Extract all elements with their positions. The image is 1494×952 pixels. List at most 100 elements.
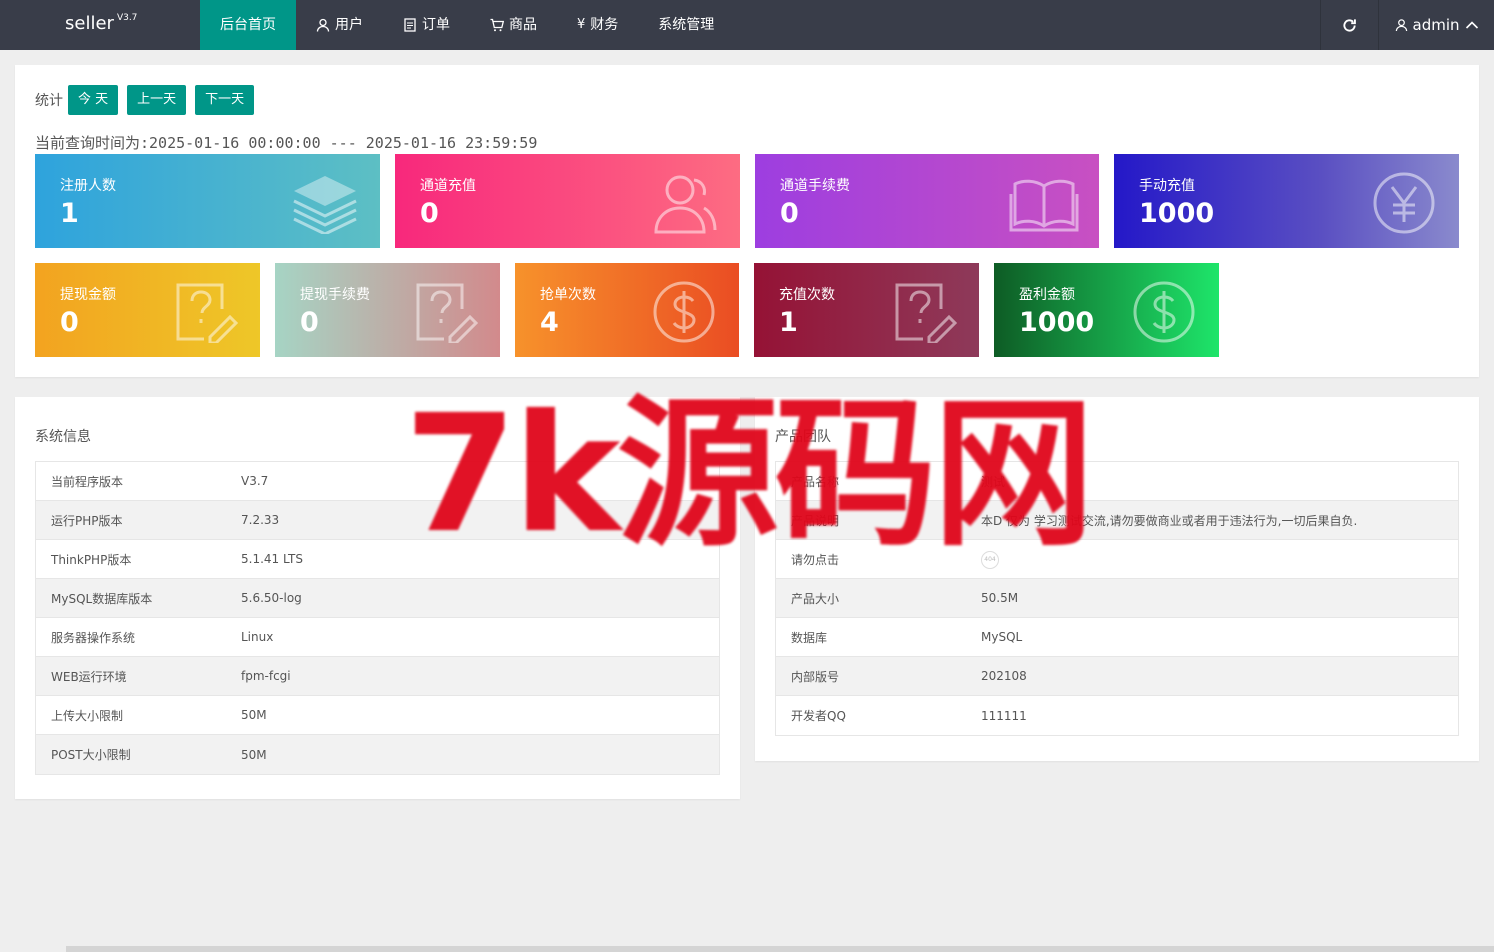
row-key: ThinkPHP版本	[51, 552, 132, 567]
row-key: 数据库	[791, 630, 828, 645]
stat-value: 0	[60, 307, 79, 338]
row-value: MySQL	[981, 630, 1023, 644]
table-row: 上传大小限制 50M	[36, 696, 719, 735]
refresh-icon	[1343, 18, 1356, 32]
watermark: 7k源码网	[404, 381, 1094, 569]
stat-tile-registrations: 注册人数 1	[35, 154, 380, 248]
stat-value: 0	[780, 198, 799, 229]
user-icon	[1395, 19, 1407, 32]
stat-label: 抢单次数	[540, 287, 596, 303]
stat-label: 注册人数	[60, 178, 116, 194]
nav-item-users[interactable]: 用户	[296, 0, 383, 50]
stat-label: 提现手续费	[300, 287, 370, 303]
row-value: 202108	[981, 669, 1027, 683]
row-key: 上传大小限制	[51, 708, 124, 723]
stat-tile-profit: 盈利金额 1000	[994, 263, 1219, 357]
row-key: 运行PHP版本	[51, 513, 123, 528]
question-edit-icon	[416, 283, 479, 343]
user-menu[interactable]: admin	[1378, 0, 1494, 50]
horizontal-scrollbar[interactable]	[66, 946, 1494, 952]
nav-item-finance[interactable]: ¥ 财务	[557, 0, 638, 50]
stat-label: 通道手续费	[780, 178, 850, 194]
app-version: V3.7	[116, 13, 138, 23]
refresh-button[interactable]	[1320, 0, 1378, 50]
top-bar: seller V3.7 后台首页 用户 订单 商品 ¥ 财务 系统管理 admi…	[0, 0, 1494, 50]
nav-label-orders: 订单	[422, 17, 450, 33]
row-key: MySQL数据库版本	[51, 591, 153, 606]
stat-tile-channel-recharge: 通道充值 0	[395, 154, 740, 248]
stat-tile-withdraw-fee: 提现手续费 0	[275, 263, 500, 357]
dollar-circle-icon	[1133, 281, 1195, 343]
query-time-text: 当前查询时间为:2025-01-16 00:00:00 --- 2025-01-…	[35, 134, 538, 152]
row-value: 50M	[241, 708, 267, 722]
today-button[interactable]: 今 天	[68, 85, 119, 115]
stat-tile-withdraw-amount: 提现金额 0	[35, 263, 260, 357]
table-row: 数据库 MySQL	[776, 618, 1458, 657]
stats-card: 统计 今 天 上一天 下一天 当前查询时间为:2025-01-16 00:00:…	[15, 65, 1479, 377]
nav-item-goods[interactable]: 商品	[470, 0, 557, 50]
prev-day-button[interactable]: 上一天	[127, 85, 187, 115]
document-icon	[404, 18, 416, 32]
layers-icon	[293, 176, 357, 234]
cart-icon	[490, 18, 504, 32]
next-day-button[interactable]: 下一天	[195, 85, 255, 115]
stat-value: 1000	[1139, 198, 1215, 229]
main-nav: 后台首页 用户 订单 商品 ¥ 财务 系统管理	[200, 0, 734, 50]
stat-value: 0	[300, 307, 319, 338]
system-info-title: 系统信息	[35, 429, 91, 445]
table-row: 产品大小 50.5M	[776, 579, 1458, 618]
row-value: 50.5M	[981, 591, 1019, 605]
stat-label: 手动充值	[1139, 178, 1195, 194]
table-row: 开发者QQ 111111	[776, 696, 1458, 735]
table-row: POST大小限制 50M	[36, 735, 719, 774]
question-edit-icon	[176, 283, 239, 343]
app-logo[interactable]: seller V3.7	[65, 13, 137, 34]
stat-tile-channel-fee: 通道手续费 0	[755, 154, 1099, 248]
row-key: POST大小限制	[51, 748, 131, 762]
question-edit-icon	[895, 283, 958, 343]
stat-value: 0	[420, 198, 439, 229]
stat-value: 1	[60, 198, 79, 229]
nav-label-users: 用户	[335, 17, 363, 33]
table-row: MySQL数据库版本 5.6.50-log	[36, 579, 719, 618]
table-row: 服务器操作系统 Linux	[36, 618, 719, 657]
stat-tile-recharge-count: 充值次数 1	[754, 263, 979, 357]
stat-label: 盈利金额	[1019, 287, 1075, 303]
stats-header: 统计 今 天 上一天 下一天	[35, 85, 255, 115]
row-value: Linux	[241, 630, 274, 644]
table-row: 内部版号 202108	[776, 657, 1458, 696]
app-name: seller	[65, 13, 114, 34]
stat-label: 充值次数	[779, 287, 835, 303]
stat-tile-grab-orders: 抢单次数 4	[515, 263, 739, 357]
nav-item-orders[interactable]: 订单	[383, 0, 470, 50]
nav-item-home[interactable]: 后台首页	[200, 0, 296, 50]
stat-value: 1000	[1019, 307, 1095, 338]
row-value: 50M	[241, 747, 267, 762]
user-icon	[316, 18, 330, 32]
row-key: 产品大小	[791, 591, 840, 606]
stat-label: 通道充值	[420, 178, 476, 194]
nav-item-system[interactable]: 系统管理	[638, 0, 734, 50]
row-value: 5.6.50-log	[241, 591, 302, 605]
yen-circle-icon	[1373, 172, 1435, 234]
stats-label: 统计	[35, 93, 63, 109]
row-key: 开发者QQ	[791, 709, 846, 723]
nav-label-finance: 财务	[590, 17, 619, 33]
row-value: fpm-fcgi	[241, 669, 291, 683]
row-value: 111111	[981, 708, 1027, 723]
yen-icon: ¥	[577, 17, 586, 32]
stat-tile-manual-recharge: 手动充值 1000	[1114, 154, 1459, 248]
row-key: 内部版号	[791, 669, 840, 684]
row-key: 当前程序版本	[51, 474, 124, 489]
stat-label: 提现金额	[60, 287, 116, 303]
row-key: WEB运行环境	[51, 669, 127, 684]
stat-value: 4	[540, 307, 559, 338]
topbar-right: admin	[1320, 0, 1494, 50]
nav-label-system: 系统管理	[658, 17, 715, 33]
book-icon	[1009, 179, 1079, 232]
nav-label-home: 后台首页	[220, 17, 276, 33]
user-name: admin	[1412, 16, 1460, 34]
chevron-up-icon	[1465, 21, 1478, 29]
nav-label-goods: 商品	[509, 17, 537, 33]
users-icon	[654, 175, 717, 234]
